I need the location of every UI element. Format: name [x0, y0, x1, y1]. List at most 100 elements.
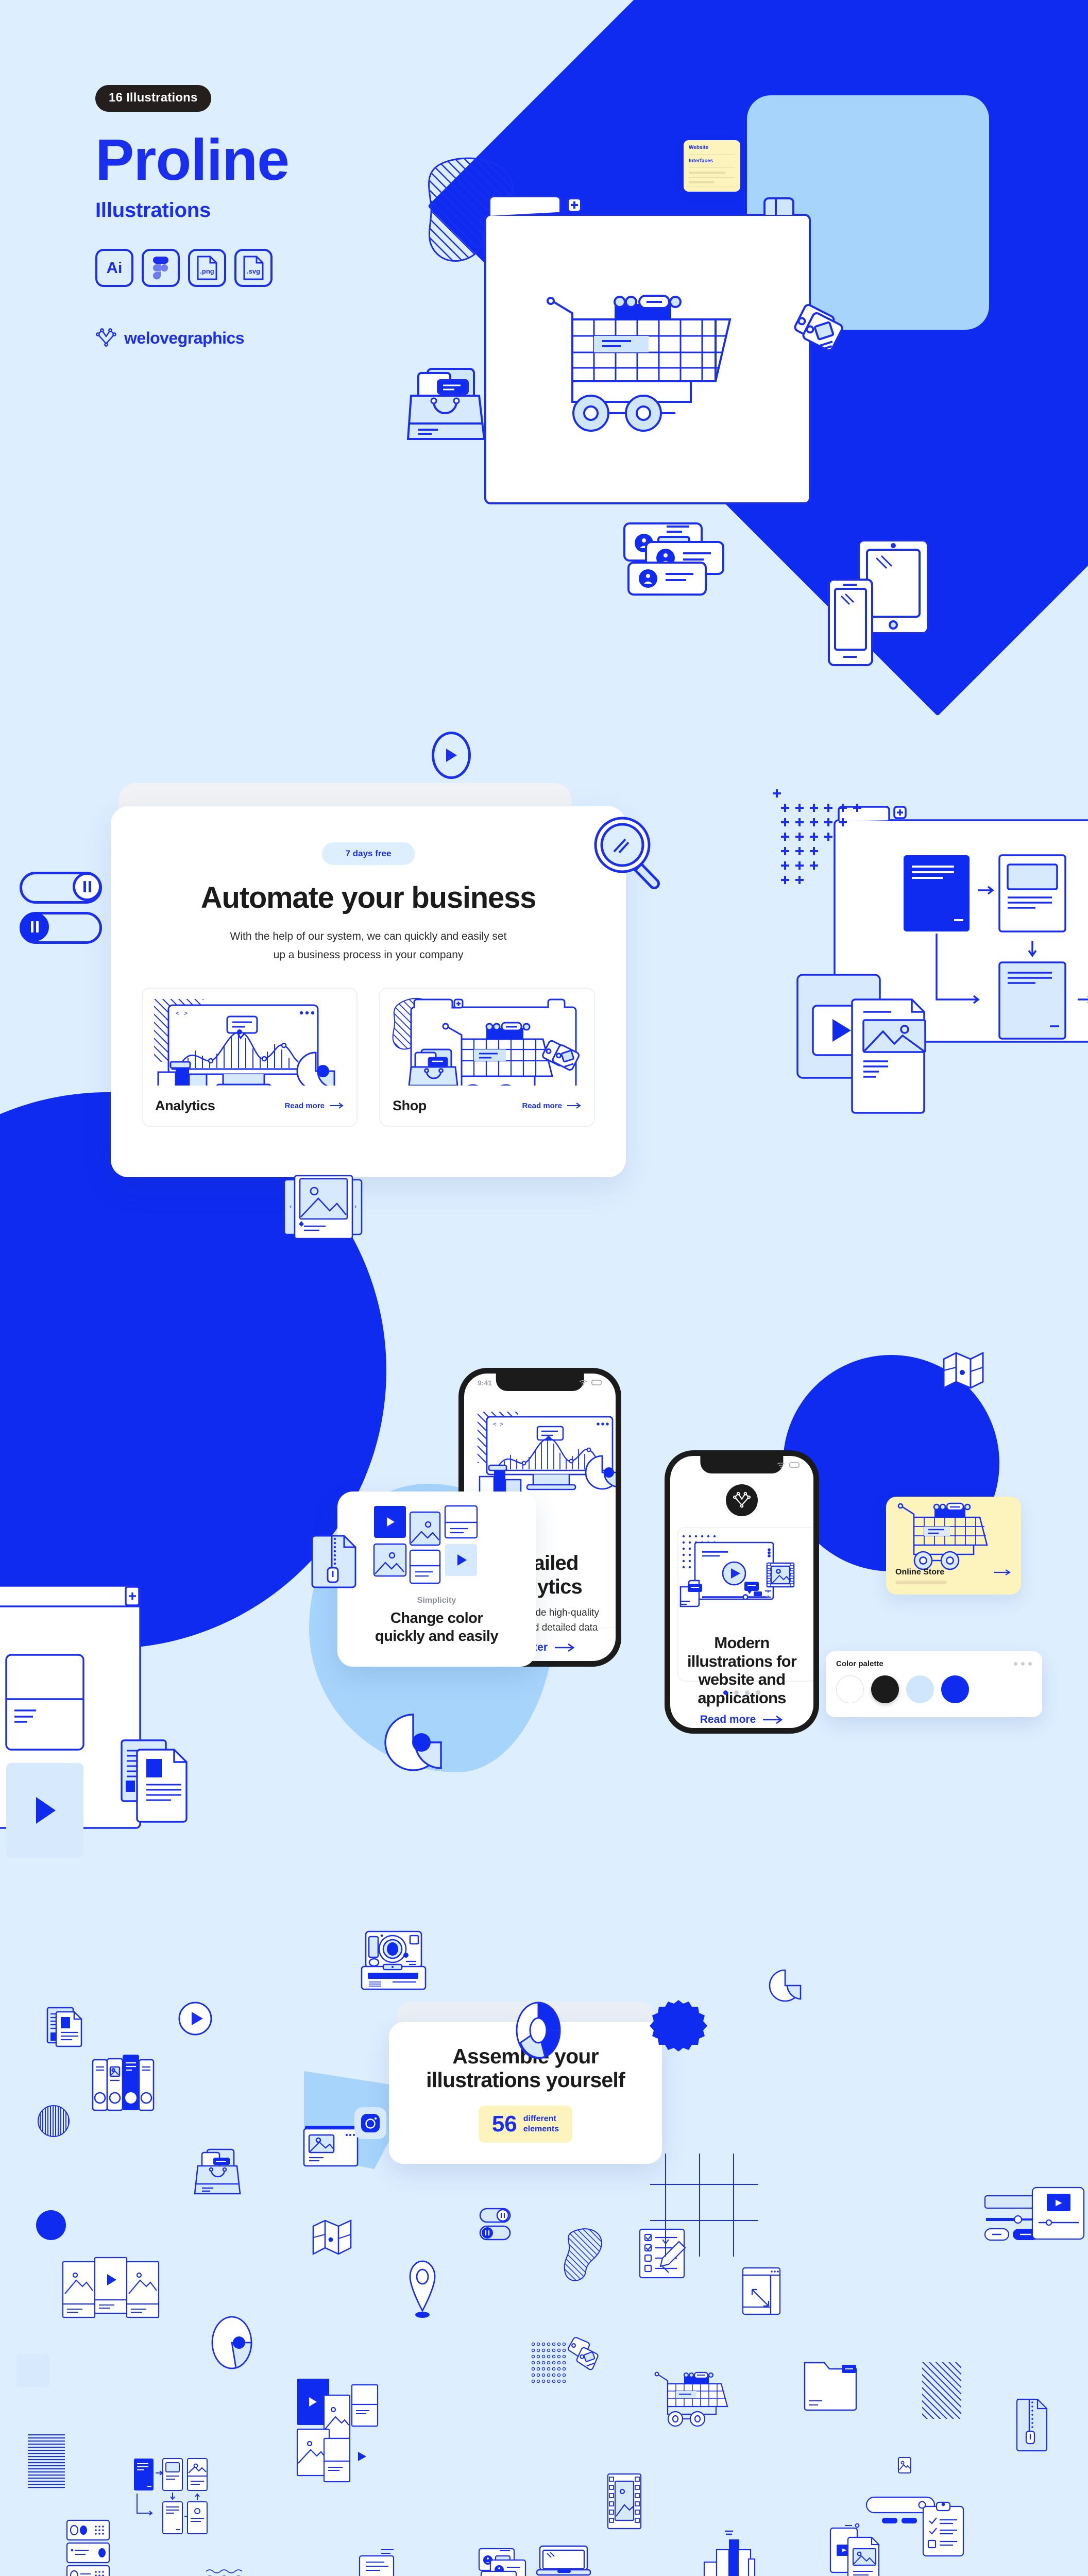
color-palette-header: Color palette	[836, 1659, 1032, 1668]
toggle-switch-on[interactable]	[20, 872, 102, 904]
play-circle-icon	[178, 2002, 212, 2036]
image-card-carousel-icon: ‹ ›	[283, 1175, 363, 1240]
sticky-note-line-1: Website	[689, 145, 709, 150]
toggle-knob	[20, 912, 49, 941]
toggle-switch-off[interactable]	[20, 912, 102, 944]
striped-square-icon	[28, 2434, 65, 2489]
analytics-chart-art: < >	[154, 999, 335, 1086]
arrow-right-icon	[567, 1103, 581, 1109]
automate-paragraph: With the help of our system, we can quic…	[230, 930, 507, 961]
mini-card-analytics-cta[interactable]: Read more	[284, 1101, 344, 1110]
svg-text:HD: HD	[756, 1593, 760, 1596]
color-grid-art	[373, 1505, 478, 1584]
pause-icon	[83, 881, 91, 892]
format-badge-svg[interactable]: .svg	[234, 249, 273, 287]
png-file-icon: .png	[197, 256, 217, 280]
arrow-right-icon[interactable]	[994, 1569, 1012, 1575]
server-rack-icon	[66, 2519, 110, 2576]
online-store-placeholder-bar	[895, 1581, 947, 1584]
swatch-black[interactable]	[871, 1675, 899, 1703]
shopping-cart-icon	[654, 2371, 728, 2427]
color-palette-title: Color palette	[836, 1659, 883, 1668]
read-more-label: Read more	[522, 1101, 562, 1110]
sticky-note-line-2: Interfaces	[689, 158, 713, 164]
swatch-white[interactable]	[836, 1675, 864, 1703]
analytics-art: < >	[143, 989, 356, 1086]
workflow-browser	[773, 789, 1088, 1114]
phone-two-cta[interactable]: Read more	[670, 1714, 813, 1726]
overflow-dots-icon[interactable]	[1014, 1662, 1032, 1666]
arrow-right-icon	[555, 1643, 575, 1652]
dash-icon	[845, 2523, 860, 2528]
toggle-knob	[73, 872, 101, 901]
hero-browser-window	[484, 195, 811, 504]
phone-video-art: HD	[679, 1535, 795, 1607]
shopping-cart-icon	[897, 1502, 988, 1570]
shopping-cart-art	[392, 998, 580, 1086]
dot-4[interactable]	[756, 1690, 760, 1695]
blue-circle-icon	[36, 2210, 66, 2240]
plus-grid-icon	[804, 2215, 835, 2250]
price-tags-icon	[568, 2336, 599, 2370]
page-title: Proline	[95, 127, 290, 192]
shopping-bag-icon	[406, 368, 486, 440]
pause-icon	[30, 921, 39, 933]
dot-1[interactable]	[723, 1690, 728, 1695]
swatch-brand-blue[interactable]	[941, 1675, 969, 1703]
blob-hatch-icon	[564, 2228, 602, 2281]
svg-text:.png: .png	[200, 267, 214, 275]
phone-video-icon	[829, 2527, 880, 2576]
price-tags-icon	[794, 304, 843, 351]
pagination-dots[interactable]	[670, 1690, 813, 1695]
simplicity-title: Change color quickly and easily	[375, 1610, 499, 1645]
dot-2[interactable]	[734, 1690, 739, 1695]
contact-cards-icon	[478, 2548, 526, 2576]
color-palette-card: Color palette	[826, 1651, 1042, 1717]
phone-modern-illustrations: 9:41	[665, 1450, 819, 1734]
scalloped-badge-icon	[650, 2000, 707, 2052]
toggle-switch-icon	[479, 2208, 511, 2241]
dotted-grid-icon	[531, 2342, 566, 2383]
play-circle-button[interactable]	[432, 732, 471, 779]
wifi-battery-icons	[776, 1461, 800, 1470]
zip-file-icon	[311, 1535, 356, 1588]
format-badge-figma[interactable]	[142, 249, 180, 287]
wifi-battery-icons	[579, 1379, 602, 1387]
bar-chart-icon	[703, 2530, 756, 2576]
online-store-card[interactable]: Online Store	[886, 1497, 1021, 1595]
mini-card-analytics-footer: Analytics Read more	[143, 1086, 356, 1126]
svg-text:.svg: .svg	[247, 267, 260, 275]
workflow-diagram-icon	[134, 2458, 208, 2534]
mini-card-shop-cta[interactable]: Read more	[522, 1101, 582, 1110]
mini-card-shop-footer: Shop Read more	[380, 1086, 594, 1126]
simplicity-label: Simplicity	[417, 1596, 456, 1605]
laptop-icon	[536, 2545, 591, 2576]
chat-bubble-icon	[359, 2549, 395, 2576]
format-badge-png[interactable]: .png	[188, 249, 226, 287]
image-chip-icon	[898, 2457, 911, 2473]
play-icon	[446, 749, 457, 762]
magnifier-icon	[594, 817, 660, 889]
pie-chart-icon	[516, 2002, 561, 2059]
pie-chart-icon	[384, 1714, 442, 1771]
hero-text-block: 16 Illustrations Proline Illustrations A…	[95, 85, 384, 349]
instagram-icon	[354, 2107, 386, 2139]
figma-icon	[153, 257, 168, 280]
phone-time: 9:41	[478, 1379, 492, 1387]
folder-icon	[804, 2362, 857, 2411]
contact-cards-icon	[623, 522, 724, 596]
arrow-right-icon	[330, 1103, 344, 1109]
svg-text:< >: < >	[176, 1010, 188, 1018]
swatch-light-blue[interactable]	[906, 1675, 934, 1703]
media-cards-icon	[296, 2379, 379, 2483]
mini-card-shop[interactable]: Shop Read more	[379, 988, 595, 1127]
mini-card-analytics[interactable]: < > Analytics Read more	[142, 988, 358, 1127]
avatar	[726, 1484, 758, 1516]
color-swatch-row	[836, 1675, 1032, 1703]
online-store-title: Online Store	[895, 1568, 945, 1577]
dot-3[interactable]	[745, 1690, 750, 1695]
shopping-bag-icon	[194, 2148, 241, 2195]
format-badge-ai[interactable]: Ai	[95, 249, 133, 287]
mini-card-analytics-title: Analytics	[155, 1097, 215, 1113]
illustration-count-badge: 16 Illustrations	[95, 85, 211, 112]
